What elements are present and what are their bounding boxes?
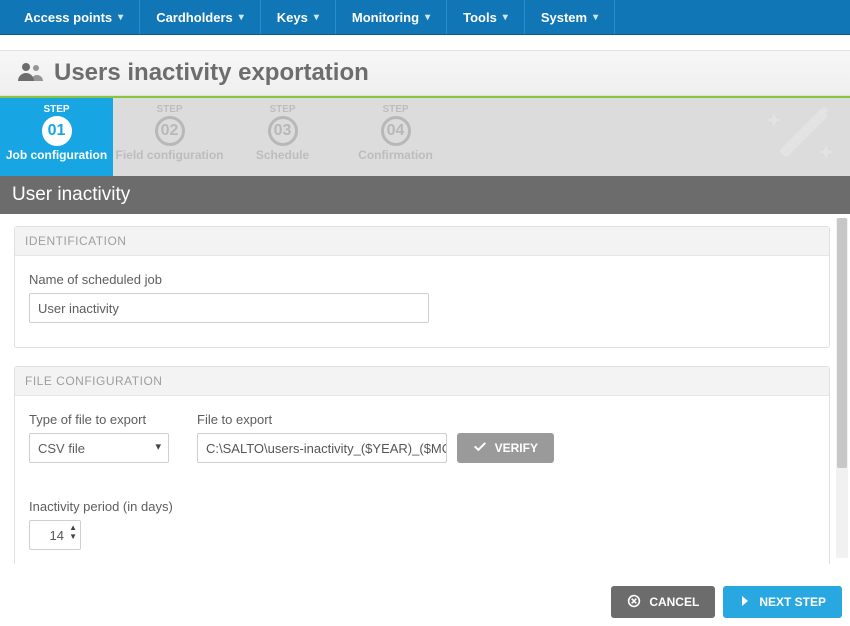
identification-panel: IDENTIFICATION Name of scheduled job	[14, 226, 830, 348]
panel-heading: FILE CONFIGURATION	[15, 367, 829, 396]
wizard-steps: STEP 01 Job configuration STEP 02 Field …	[0, 96, 850, 176]
step-overline: STEP	[113, 104, 226, 115]
magic-wand-icon	[768, 99, 838, 172]
inactivity-stepper-wrapper: ▲ ▼	[29, 520, 81, 550]
stepper-down-icon[interactable]: ▼	[69, 532, 77, 541]
step-overline: STEP	[0, 104, 113, 115]
footer-actions: CANCEL NEXT STEP	[611, 586, 842, 618]
menu-system[interactable]: System ▾	[525, 0, 615, 34]
chevron-down-icon: ▾	[503, 12, 508, 23]
step-number-circle-icon: 01	[42, 116, 72, 146]
step-overline: STEP	[339, 104, 452, 115]
file-path-display[interactable]: C:\SALTO\users-inactivity_($YEAR)_($MONT…	[197, 433, 447, 463]
spacer	[0, 35, 850, 50]
step-name: Job configuration	[0, 148, 113, 162]
menu-label: System	[541, 10, 587, 25]
step-name: Confirmation	[339, 148, 452, 162]
wizard-step-schedule[interactable]: STEP 03 Schedule	[226, 98, 339, 176]
chevron-down-icon: ▾	[314, 12, 319, 23]
scrollbar-thumb[interactable]	[837, 218, 847, 468]
menu-access-points[interactable]: Access points ▾	[8, 0, 140, 34]
page-title: Users inactivity exportation	[54, 59, 369, 87]
close-circle-icon	[627, 594, 641, 611]
users-icon	[18, 61, 44, 86]
verify-button[interactable]: VERIFY	[457, 433, 554, 463]
menu-label: Access points	[24, 10, 112, 25]
chevron-down-icon: ▾	[118, 12, 123, 23]
menu-label: Monitoring	[352, 10, 419, 25]
check-icon	[473, 440, 487, 457]
chevron-right-icon	[739, 595, 751, 610]
main-menu: Access points ▾ Cardholders ▾ Keys ▾ Monito…	[0, 0, 850, 35]
section-header: User inactivity	[0, 176, 850, 214]
file-type-label: Type of file to export	[29, 412, 169, 427]
wizard-step-confirmation[interactable]: STEP 04 Confirmation	[339, 98, 452, 176]
step-name: Field configuration	[113, 148, 226, 162]
menu-label: Keys	[277, 10, 308, 25]
file-configuration-panel: FILE CONFIGURATION Type of file to expor…	[14, 366, 830, 564]
wizard-step-field-configuration[interactable]: STEP 02 Field configuration	[113, 98, 226, 176]
job-name-label: Name of scheduled job	[29, 272, 815, 287]
title-bar: Users inactivity exportation	[0, 50, 850, 96]
menu-keys[interactable]: Keys ▾	[261, 0, 336, 34]
scrollbar[interactable]	[836, 218, 848, 558]
cancel-button[interactable]: CANCEL	[611, 586, 715, 618]
step-number-circle-icon: 04	[381, 116, 411, 146]
stepper-arrows: ▲ ▼	[69, 523, 77, 541]
chevron-down-icon: ▾	[593, 12, 598, 23]
menu-tools[interactable]: Tools ▾	[447, 0, 525, 34]
menu-label: Tools	[463, 10, 497, 25]
step-overline: STEP	[226, 104, 339, 115]
job-name-input[interactable]	[29, 293, 429, 323]
step-name: Schedule	[226, 148, 339, 162]
verify-label: VERIFY	[495, 441, 538, 455]
chevron-down-icon: ▾	[425, 12, 430, 23]
next-step-button[interactable]: NEXT STEP	[723, 586, 842, 618]
wizard-step-job-configuration[interactable]: STEP 01 Job configuration	[0, 98, 113, 176]
stepper-up-icon[interactable]: ▲	[69, 523, 77, 532]
menu-cardholders[interactable]: Cardholders ▾	[140, 0, 261, 34]
step-number-circle-icon: 02	[155, 116, 185, 146]
panel-heading: IDENTIFICATION	[15, 227, 829, 256]
step-number-circle-icon: 03	[268, 116, 298, 146]
cancel-label: CANCEL	[649, 595, 699, 609]
content-area: IDENTIFICATION Name of scheduled job FIL…	[0, 214, 850, 564]
menu-monitoring[interactable]: Monitoring ▾	[336, 0, 447, 34]
file-path-label: File to export	[197, 412, 554, 427]
next-label: NEXT STEP	[759, 595, 826, 609]
file-type-select[interactable]: CSV file	[29, 433, 169, 463]
chevron-down-icon: ▾	[239, 12, 244, 23]
file-type-select-wrapper: CSV file	[29, 433, 169, 463]
menu-label: Cardholders	[156, 10, 233, 25]
inactivity-period-label: Inactivity period (in days)	[29, 499, 815, 514]
